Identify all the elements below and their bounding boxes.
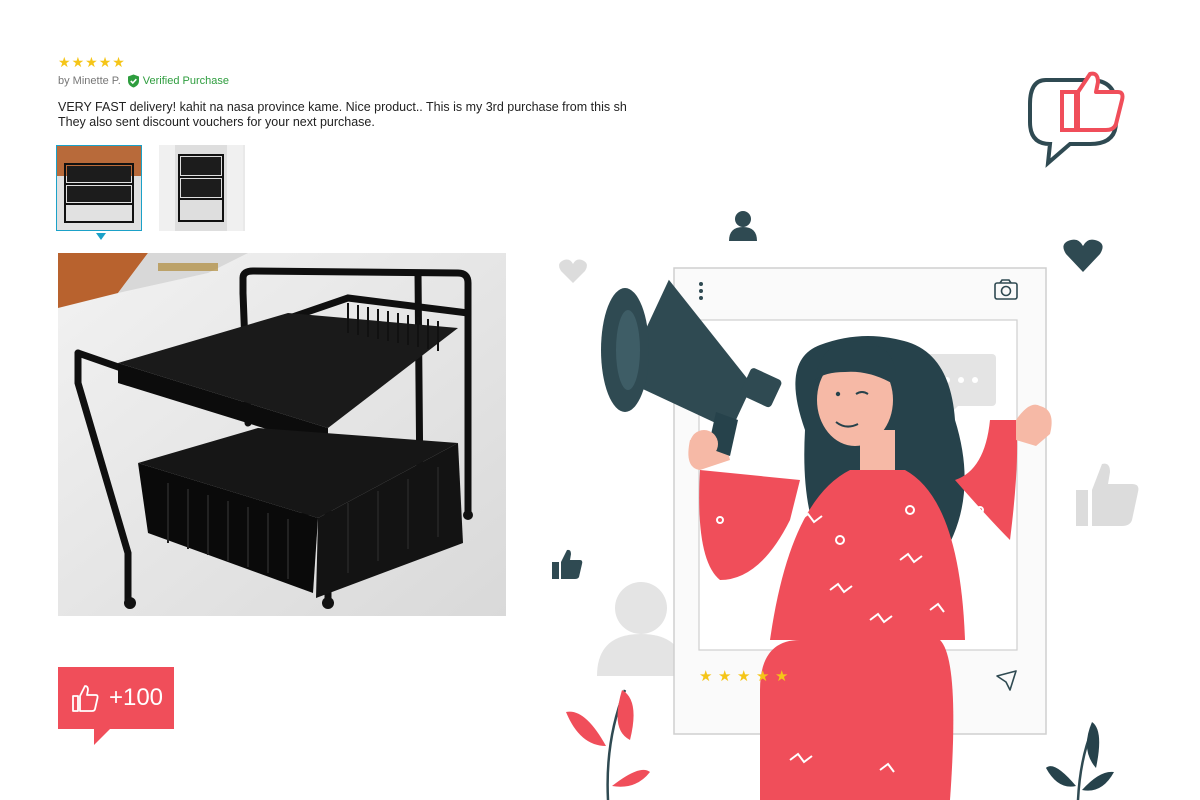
verified-label: Verified Purchase [142,75,229,87]
star-icon: ★ [112,54,125,70]
thumbnail-image [57,146,141,230]
star-icon: ★ [71,54,85,70]
review-photo-thumbnail-1[interactable] [56,145,142,231]
selected-thumbnail-indicator [96,233,106,240]
user-icon [729,211,757,241]
review-star-rating: ★ ★ ★ ★ ★ [58,55,125,69]
thumbs-up-icon [72,685,99,712]
more-options-icon [699,282,703,300]
star-icon: ★ [98,54,112,70]
star-icon: ★ [737,667,750,685]
verified-shield-icon [127,74,139,88]
post-star-rating: ★ ★ ★ ★ ★ [699,667,788,685]
like-count-badge: +100 [58,667,174,745]
review-byline: by Minette P. Verified Purchase [58,74,229,88]
thumbs-up-speech-bubble-icon [1028,71,1125,168]
thumbs-up-icon [552,549,583,579]
verified-purchase-badge: Verified Purchase [127,74,229,88]
heart-icon [1063,239,1103,272]
like-count: +100 [108,684,164,711]
storage-cart-photo [58,253,506,616]
star-icon: ★ [756,667,769,685]
heart-icon [559,259,587,283]
user-silhouette-icon [597,582,685,676]
star-icon: ★ [699,667,712,685]
review-author: by Minette P. [58,75,121,87]
review-photo-thumbnail-2[interactable] [159,145,245,231]
thumbs-up-icon [1076,463,1139,526]
star-icon: ★ [718,667,731,685]
star-icon: ★ [85,54,98,70]
star-icon: ★ [775,667,788,685]
promo-illustration: ★ ★ ★ ★ ★ [552,71,1139,800]
star-icon: ★ [58,54,71,70]
review-photo-main[interactable] [58,253,506,616]
thumbnail-image [159,145,243,231]
